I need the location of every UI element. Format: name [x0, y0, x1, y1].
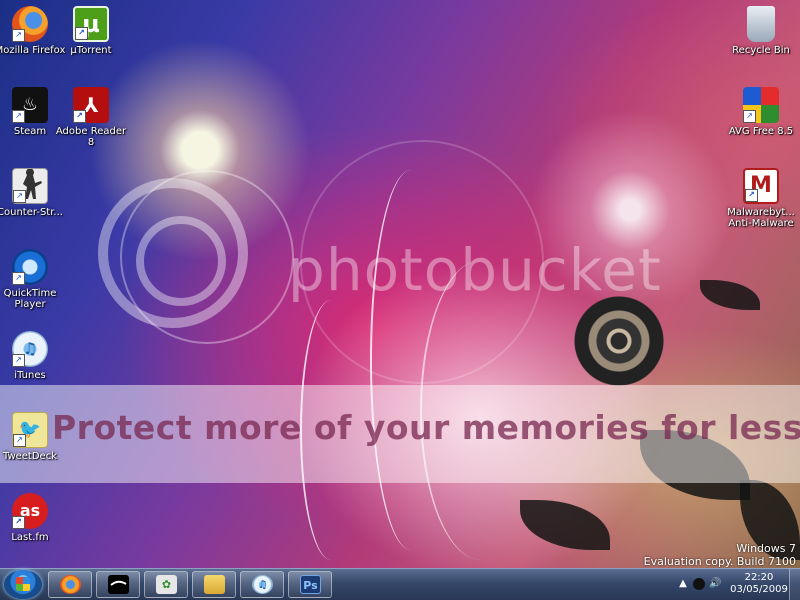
windows-logo-icon — [16, 577, 30, 591]
watermark-logo — [98, 178, 248, 328]
desktop-icon-recycle-bin[interactable]: Recycle Bin — [722, 6, 800, 56]
shortcut-arrow-icon: ↗ — [75, 27, 88, 40]
photoshop-icon: Ps — [300, 575, 321, 594]
watermark-brand: photobucket — [288, 236, 662, 304]
desktop-icon-label: AVG Free 8.5 — [728, 126, 794, 137]
desktop-icon-lastfm[interactable]: as ↗ Last.fm — [0, 493, 69, 543]
firefox-icon — [60, 575, 81, 594]
shortcut-arrow-icon: ↗ — [12, 29, 25, 42]
show-hidden-icons-arrow-icon[interactable]: ▲ — [677, 578, 689, 590]
desktop-background[interactable]: photobucket Protect more of your memorie… — [0, 0, 800, 568]
itunes-icon: ♫ — [252, 575, 273, 594]
desktop-icon-label: QuickTime Player — [3, 288, 57, 310]
shortcut-arrow-icon: ↗ — [12, 516, 25, 529]
taskbar-steam-button[interactable] — [96, 571, 140, 598]
watermark-slogan: Protect more of your memories for less! — [52, 408, 800, 447]
steam-tray-icon[interactable] — [693, 578, 705, 590]
desktop-icon-label: µTorrent — [70, 45, 112, 56]
desktop-icon-malwarebytes[interactable]: M ↗ Malwarebyt... Anti-Malware — [722, 168, 800, 229]
clock-date: 03/05/2009 — [730, 584, 788, 595]
steam-icon: ♨ ↗ — [12, 87, 48, 123]
desktop-icon-label: Counter-Str... — [0, 207, 63, 218]
utorrent-icon: µ ↗ — [73, 6, 109, 42]
os-build-info: Evaluation copy. Build 7100 — [643, 555, 796, 568]
shortcut-arrow-icon: ↗ — [73, 110, 86, 123]
shortcut-arrow-icon: ↗ — [12, 272, 25, 285]
desktop-icon-label: Last.fm — [11, 532, 49, 543]
desktop-icon-adobe-reader[interactable]: ⅄ ↗ Adobe Reader 8 — [52, 87, 130, 148]
start-button[interactable] — [4, 570, 42, 599]
lastfm-icon: as ↗ — [12, 493, 48, 529]
desktop-icon-label: TweetDeck — [3, 451, 57, 462]
wallpaper-leaf — [700, 280, 760, 310]
avg-icon: ↗ — [743, 87, 779, 123]
shortcut-arrow-icon: ↗ — [745, 189, 758, 202]
shortcut-arrow-icon: ↗ — [13, 434, 26, 447]
shortcut-arrow-icon: ↗ — [12, 110, 25, 123]
adobe-reader-icon: ⅄ ↗ — [73, 87, 109, 123]
system-tray: ▲ 🔊 22:20 03/05/2009 — [675, 569, 800, 600]
os-version-name: Windows 7 — [736, 542, 796, 555]
desktop-icon-utorrent[interactable]: µ ↗ µTorrent — [52, 6, 130, 56]
folder-icon — [204, 575, 225, 594]
desktop-icon-itunes[interactable]: ♫ ↗ iTunes — [0, 331, 69, 381]
recycle-bin-icon — [747, 6, 775, 42]
quicktime-icon: ↗ — [12, 249, 48, 285]
counter-strike-icon: ↗ — [12, 168, 48, 204]
os-version-watermark: Windows 7 Evaluation copy. Build 7100 — [644, 542, 796, 568]
firefox-icon: ↗ — [12, 6, 48, 42]
desktop-icon-counter-strike[interactable]: ↗ Counter-Str... — [0, 168, 69, 218]
shortcut-arrow-icon: ↗ — [12, 354, 25, 367]
desktop-icon-label: Adobe Reader 8 — [55, 126, 127, 148]
tweetdeck-icon: 🐦 ↗ — [12, 412, 48, 448]
volume-icon[interactable]: 🔊 — [709, 578, 721, 590]
taskbar-itunes-button[interactable]: ♫ — [240, 571, 284, 598]
malwarebytes-icon: M ↗ — [743, 168, 779, 204]
clock-time: 22:20 — [744, 572, 774, 583]
taskbar-messenger-button[interactable]: ✿ — [144, 571, 188, 598]
desktop-icon-tweetdeck[interactable]: 🐦 ↗ TweetDeck — [0, 412, 69, 462]
taskbar-firefox-button[interactable] — [48, 571, 92, 598]
messenger-icon: ✿ — [156, 575, 177, 594]
shortcut-arrow-icon: ↗ — [13, 190, 26, 203]
steam-logo-icon — [110, 580, 127, 586]
desktop-icon-label: Malwarebyt... Anti-Malware — [727, 207, 795, 229]
clock[interactable]: 22:20 03/05/2009 — [727, 572, 791, 596]
wallpaper-eye-ornament — [574, 296, 664, 386]
desktop-icon-quicktime[interactable]: ↗ QuickTime Player — [0, 249, 69, 310]
taskbar-photoshop-button[interactable]: Ps — [288, 571, 332, 598]
desktop-icon-label: iTunes — [14, 370, 46, 381]
taskbar: ✿ ♫ Ps ▲ 🔊 22:20 03/05/2009 — [0, 568, 800, 600]
steam-icon — [108, 575, 129, 594]
itunes-icon: ♫ ↗ — [12, 331, 48, 367]
desktop-icon-label: Recycle Bin — [732, 45, 790, 56]
shortcut-arrow-icon: ↗ — [743, 110, 756, 123]
wallpaper-leaf — [520, 500, 610, 550]
desktop-icon-avg[interactable]: ↗ AVG Free 8.5 — [722, 87, 800, 137]
taskbar-explorer-button[interactable] — [192, 571, 236, 598]
show-desktop-button[interactable] — [789, 569, 800, 600]
